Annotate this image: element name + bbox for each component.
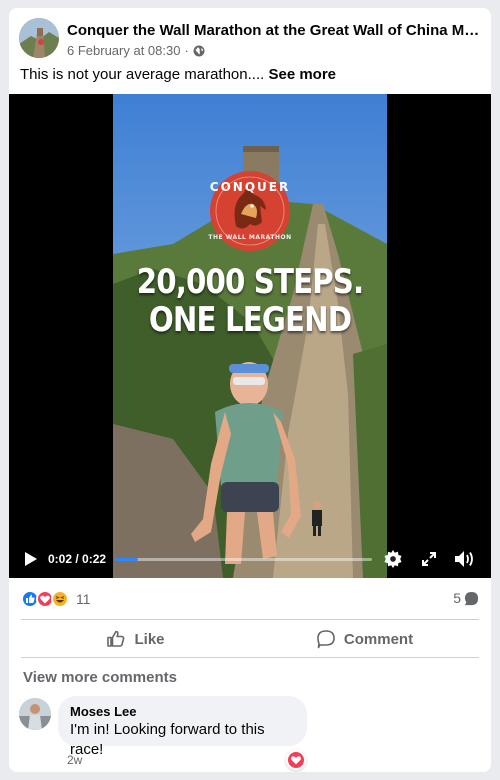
video-frame[interactable]: CONQUER THE WALL MARATHON 20,000 STEPS. …	[113, 94, 387, 578]
comment-count[interactable]: 5	[453, 590, 479, 606]
play-icon[interactable]	[23, 551, 39, 567]
post-header: Conquer the Wall Marathon at the Great W…	[19, 18, 481, 60]
comment-bubble: Moses Lee I'm in! Looking forward to thi…	[58, 696, 307, 758]
video-player[interactable]: CONQUER THE WALL MARATHON 20,000 STEPS. …	[9, 94, 491, 578]
video-progress-fill	[115, 558, 139, 561]
post-date[interactable]: 6 February at 08:30	[67, 43, 180, 58]
globe-icon	[193, 45, 205, 56]
settings-icon[interactable]	[384, 550, 402, 568]
comment-icon	[317, 630, 335, 649]
comment-button[interactable]: Comment	[250, 621, 479, 657]
page-name-link[interactable]: Conquer the Wall Marathon at the Great W…	[67, 22, 481, 39]
page-avatar[interactable]	[19, 18, 59, 58]
video-controls: 0:02 / 0:22	[9, 540, 491, 578]
fullscreen-icon[interactable]	[421, 551, 437, 567]
caption-text: This is not your average marathon....	[20, 66, 265, 83]
comment-text: I'm in! Looking forward to this race!	[70, 721, 265, 758]
post-card: Conquer the Wall Marathon at the Great W…	[9, 8, 491, 772]
reaction-summary[interactable]: 11	[21, 589, 91, 609]
comment-reaction[interactable]	[286, 750, 306, 770]
thumbs-up-icon	[107, 630, 125, 647]
video-progress-bar[interactable]	[115, 558, 372, 561]
comment-label: Comment	[343, 630, 414, 648]
comment-bubble-icon	[464, 591, 479, 605]
meta-separator: ·	[184, 43, 189, 58]
like-label: Like	[134, 630, 165, 648]
reaction-count: 11	[76, 591, 91, 607]
divider-bottom	[21, 657, 479, 658]
view-more-comments-link[interactable]: View more comments	[23, 669, 177, 686]
logo-text-top: CONQUER	[209, 180, 291, 194]
video-headline-line1: 20,000 STEPS.	[136, 262, 364, 302]
like-button[interactable]: Like	[21, 621, 250, 657]
video-time: 0:02 / 0:22	[48, 552, 107, 566]
post-meta: 6 February at 08:30 ·	[67, 43, 205, 58]
commenter-avatar[interactable]	[19, 698, 51, 730]
action-bar: Like Comment	[21, 621, 479, 657]
love-icon	[288, 752, 304, 768]
comment-author[interactable]: Moses Lee	[70, 704, 295, 720]
avatar-image	[19, 18, 59, 58]
volume-icon[interactable]	[454, 550, 476, 568]
logo-text-bottom: THE WALL MARATHON	[208, 234, 292, 241]
commenter-avatar-image	[19, 698, 51, 730]
divider-top	[21, 619, 479, 620]
post-caption: This is not your average marathon.... Se…	[20, 65, 336, 85]
haha-icon	[51, 590, 69, 608]
video-headline-line2: ONE LEGEND	[148, 300, 352, 340]
comment-count-number: 5	[453, 590, 461, 606]
comment-time[interactable]: 2w	[67, 753, 82, 767]
see-more-link[interactable]: See more	[268, 66, 336, 83]
